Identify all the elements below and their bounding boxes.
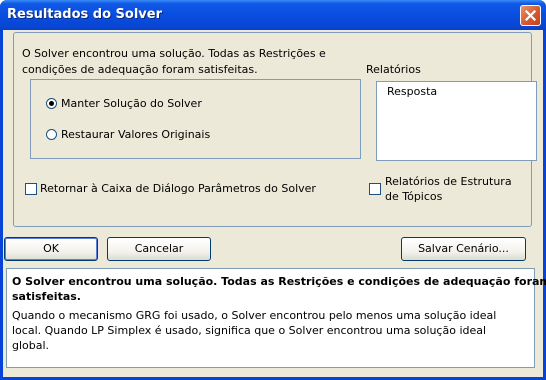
restore-values-radio[interactable] xyxy=(46,129,57,140)
reports-listbox[interactable]: Resposta xyxy=(376,81,537,161)
outline-reports-label-line2[interactable]: de Tópicos xyxy=(385,190,442,203)
info-line2: local. Quando LP Simplex é usado, signif… xyxy=(12,324,487,337)
title-bar[interactable]: Resultados do Solver xyxy=(0,0,546,30)
info-line3: global. xyxy=(12,339,50,352)
outline-reports-checkbox[interactable] xyxy=(369,183,381,195)
solver-results-dialog: Resultados do Solver O Solver encontrou … xyxy=(0,0,546,380)
info-bold-line1: O Solver encontrou uma solução. Todas as… xyxy=(12,275,546,288)
results-group: O Solver encontrou uma solução. Todas as… xyxy=(13,32,537,227)
solver-message-line1: O Solver encontrou uma solução. Todas as… xyxy=(22,47,326,60)
solver-message-line2: condições de adequação foram satisfeitas… xyxy=(22,63,258,76)
keep-solution-radio[interactable] xyxy=(46,98,57,109)
outline-reports-label-line1[interactable]: Relatórios de Estrutura xyxy=(385,175,512,188)
solver-info-panel: O Solver encontrou uma solução. Todas as… xyxy=(6,268,546,368)
return-to-parameters-label[interactable]: Retornar à Caixa de Diálogo Parâmetros d… xyxy=(40,182,316,195)
cancel-button[interactable]: Cancelar xyxy=(107,237,211,261)
ok-button[interactable]: OK xyxy=(4,237,98,261)
close-icon xyxy=(525,10,536,21)
solution-options-panel: Manter Solução do Solver Restaurar Valor… xyxy=(30,79,361,159)
info-bold-line2: satisfeitas. xyxy=(12,290,81,303)
keep-solution-label[interactable]: Manter Solução do Solver xyxy=(61,97,202,110)
close-button[interactable] xyxy=(520,5,541,26)
save-scenario-button[interactable]: Salvar Cenário... xyxy=(401,237,526,261)
dialog-title: Resultados do Solver xyxy=(7,7,162,22)
dialog-body: O Solver encontrou uma solução. Todas as… xyxy=(3,30,546,377)
restore-values-label[interactable]: Restaurar Valores Originais xyxy=(61,128,210,141)
info-line1: Quando o mecanismo GRG foi usado, o Solv… xyxy=(12,309,497,322)
reports-label: Relatórios xyxy=(366,63,421,76)
radio-selected-dot xyxy=(49,101,54,106)
report-item-resposta[interactable]: Resposta xyxy=(387,85,437,98)
return-to-parameters-checkbox[interactable] xyxy=(25,183,37,195)
